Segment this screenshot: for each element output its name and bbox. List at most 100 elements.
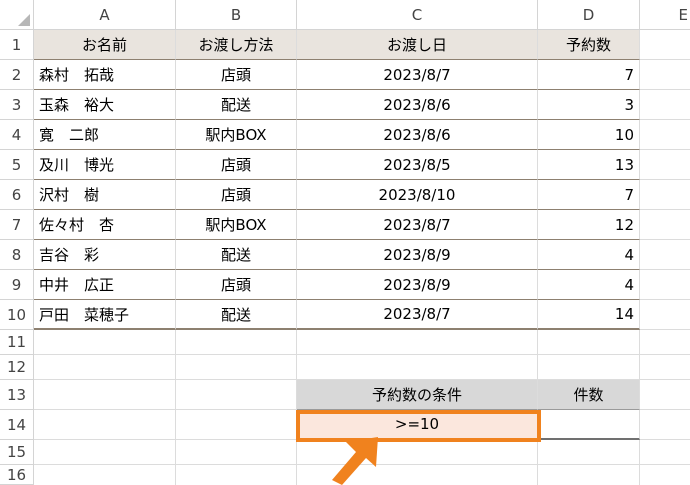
- empty-cell[interactable]: [34, 355, 176, 380]
- empty-cell[interactable]: [297, 330, 538, 355]
- empty-cell[interactable]: [640, 120, 690, 150]
- select-all-button[interactable]: [0, 0, 34, 30]
- empty-cell[interactable]: [176, 355, 297, 380]
- table-cell-date[interactable]: 2023/8/7: [297, 210, 538, 240]
- table-cell-method[interactable]: 駅内BOX: [176, 120, 297, 150]
- empty-cell[interactable]: [34, 380, 176, 410]
- row-header-7[interactable]: 7: [0, 210, 34, 240]
- table-cell-name[interactable]: 及川 博光: [34, 150, 176, 180]
- column-header-e[interactable]: E: [640, 0, 690, 30]
- table-cell-date[interactable]: 2023/8/7: [297, 300, 538, 330]
- table-cell-date[interactable]: 2023/8/9: [297, 240, 538, 270]
- row-header-14[interactable]: 14: [0, 410, 34, 440]
- table-cell-date[interactable]: 2023/8/7: [297, 60, 538, 90]
- empty-cell[interactable]: [640, 150, 690, 180]
- empty-cell[interactable]: [640, 300, 690, 330]
- header-cell-date[interactable]: お渡し日: [297, 30, 538, 60]
- table-cell-method[interactable]: 配送: [176, 300, 297, 330]
- empty-cell[interactable]: [176, 440, 297, 465]
- table-cell-method[interactable]: 店頭: [176, 60, 297, 90]
- empty-cell[interactable]: [640, 60, 690, 90]
- empty-cell[interactable]: [640, 355, 690, 380]
- count-value-cell[interactable]: [538, 410, 640, 440]
- row-header-8[interactable]: 8: [0, 240, 34, 270]
- table-cell-date[interactable]: 2023/8/6: [297, 120, 538, 150]
- table-cell-name[interactable]: 吉谷 彩: [34, 240, 176, 270]
- empty-cell[interactable]: [538, 440, 640, 465]
- empty-cell[interactable]: [297, 355, 538, 380]
- table-cell-count[interactable]: 7: [538, 60, 640, 90]
- orange-arrow-icon: [332, 437, 378, 485]
- table-cell-name[interactable]: 森村 拓哉: [34, 60, 176, 90]
- row-header-3[interactable]: 3: [0, 90, 34, 120]
- empty-cell[interactable]: [538, 355, 640, 380]
- empty-cell[interactable]: [640, 440, 690, 465]
- row-header-12[interactable]: 12: [0, 355, 34, 380]
- empty-cell[interactable]: [640, 210, 690, 240]
- table-cell-method[interactable]: 配送: [176, 90, 297, 120]
- table-cell-count[interactable]: 4: [538, 270, 640, 300]
- table-cell-name[interactable]: 沢村 樹: [34, 180, 176, 210]
- empty-cell[interactable]: [176, 330, 297, 355]
- table-cell-name[interactable]: 佐々村 杏: [34, 210, 176, 240]
- table-cell-name[interactable]: 寛 二郎: [34, 120, 176, 150]
- table-cell-count[interactable]: 13: [538, 150, 640, 180]
- empty-cell[interactable]: [538, 330, 640, 355]
- column-header-d[interactable]: D: [538, 0, 640, 30]
- table-cell-method[interactable]: 店頭: [176, 150, 297, 180]
- empty-cell[interactable]: [34, 330, 176, 355]
- empty-cell[interactable]: [640, 180, 690, 210]
- table-cell-name[interactable]: 中井 広正: [34, 270, 176, 300]
- empty-cell[interactable]: [34, 465, 176, 485]
- table-cell-method[interactable]: 駅内BOX: [176, 210, 297, 240]
- table-cell-count[interactable]: 12: [538, 210, 640, 240]
- empty-cell[interactable]: [640, 90, 690, 120]
- empty-cell[interactable]: [176, 380, 297, 410]
- empty-cell[interactable]: [640, 270, 690, 300]
- empty-cell[interactable]: [34, 410, 176, 440]
- empty-cell[interactable]: [640, 330, 690, 355]
- row-header-2[interactable]: 2: [0, 60, 34, 90]
- table-cell-date[interactable]: 2023/8/6: [297, 90, 538, 120]
- table-cell-count[interactable]: 7: [538, 180, 640, 210]
- column-header-a[interactable]: A: [34, 0, 176, 30]
- table-cell-count[interactable]: 4: [538, 240, 640, 270]
- header-cell-count[interactable]: 予約数: [538, 30, 640, 60]
- row-header-6[interactable]: 6: [0, 180, 34, 210]
- table-cell-method[interactable]: 店頭: [176, 180, 297, 210]
- row-header-16[interactable]: 16: [0, 465, 34, 485]
- table-cell-date[interactable]: 2023/8/10: [297, 180, 538, 210]
- empty-cell[interactable]: [176, 410, 297, 440]
- row-header-9[interactable]: 9: [0, 270, 34, 300]
- empty-cell[interactable]: [538, 465, 640, 485]
- table-cell-count[interactable]: 10: [538, 120, 640, 150]
- row-header-13[interactable]: 13: [0, 380, 34, 410]
- row-header-1[interactable]: 1: [0, 30, 34, 60]
- empty-cell[interactable]: [640, 30, 690, 60]
- empty-cell[interactable]: [640, 410, 690, 440]
- count-header-cell[interactable]: 件数: [538, 380, 640, 410]
- table-cell-name[interactable]: 玉森 裕大: [34, 90, 176, 120]
- table-cell-count[interactable]: 3: [538, 90, 640, 120]
- column-header-c[interactable]: C: [297, 0, 538, 30]
- empty-cell[interactable]: [640, 465, 690, 485]
- table-cell-date[interactable]: 2023/8/5: [297, 150, 538, 180]
- row-header-11[interactable]: 11: [0, 330, 34, 355]
- column-header-b[interactable]: B: [176, 0, 297, 30]
- table-cell-name[interactable]: 戸田 菜穂子: [34, 300, 176, 330]
- table-cell-date[interactable]: 2023/8/9: [297, 270, 538, 300]
- empty-cell[interactable]: [34, 440, 176, 465]
- empty-cell[interactable]: [640, 240, 690, 270]
- row-header-15[interactable]: 15: [0, 440, 34, 465]
- empty-cell[interactable]: [640, 380, 690, 410]
- table-cell-count[interactable]: 14: [538, 300, 640, 330]
- table-cell-method[interactable]: 配送: [176, 240, 297, 270]
- empty-cell[interactable]: [176, 465, 297, 485]
- table-cell-method[interactable]: 店頭: [176, 270, 297, 300]
- header-cell-method[interactable]: お渡し方法: [176, 30, 297, 60]
- row-header-5[interactable]: 5: [0, 150, 34, 180]
- row-header-10[interactable]: 10: [0, 300, 34, 330]
- row-header-4[interactable]: 4: [0, 120, 34, 150]
- header-cell-name[interactable]: お名前: [34, 30, 176, 60]
- criteria-header-cell[interactable]: 予約数の条件: [297, 380, 538, 410]
